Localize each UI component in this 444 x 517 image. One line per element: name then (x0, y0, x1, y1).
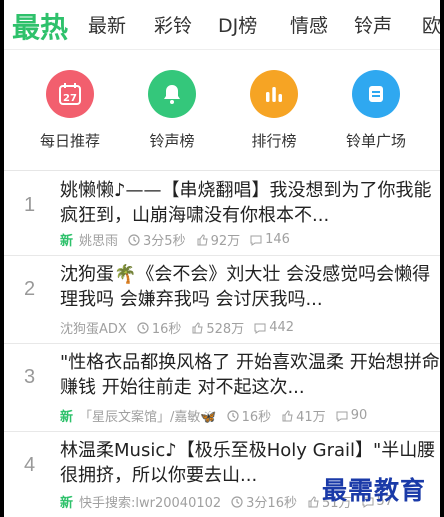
song-item[interactable]: 2 沈狗蛋🌴《会不会》刘大壮 会没感觉吗会懒得理我吗 会嫌弃我吗 会讨厌我吗..… (4, 256, 440, 344)
thumbs-up-icon (192, 321, 203, 333)
clock-icon (226, 409, 239, 422)
shortcut-label: 铃单广场 (345, 132, 406, 150)
likes[interactable]: 92万 (196, 230, 241, 249)
rank-number: 3 (24, 366, 36, 388)
watermark: 最需教育 (322, 476, 427, 505)
comment-icon (336, 411, 348, 422)
category-tabs: 最热 最新 彩铃 DJ榜 情感 铃声 欧 (4, 0, 440, 50)
song-meta: 沈狗蛋ADX 16秒 528万 442 (60, 318, 304, 337)
tab-dj-chart[interactable]: DJ榜 (218, 11, 257, 38)
shortcut-label: 铃声榜 (149, 132, 195, 150)
song-meta: 新 姚思雨 3分5秒 92万 146 (60, 230, 300, 249)
clock-icon (231, 495, 243, 508)
comments[interactable]: 442 (254, 320, 294, 335)
tab-emotion[interactable]: 情感 (290, 11, 328, 38)
duration-value: 16秒 (151, 322, 182, 337)
comment-icon (250, 235, 262, 246)
playlist-square-shortcut[interactable]: 铃单广场 (326, 70, 426, 151)
comments[interactable]: 90 (336, 408, 368, 423)
duration-value: 16秒 (241, 410, 272, 425)
duration-value: 3分16秒 (246, 496, 297, 511)
likes-value: 92万 (210, 234, 241, 249)
bar-chart-icon (250, 70, 298, 118)
tab-color-ring[interactable]: 彩铃 (154, 11, 192, 38)
new-badge: 新 (60, 410, 74, 425)
duration: 16秒 (137, 318, 182, 337)
tab-newest[interactable]: 最新 (88, 11, 126, 38)
likes[interactable]: 528万 (191, 318, 244, 337)
song-author[interactable]: 沈狗蛋ADX (60, 318, 127, 337)
duration: 3分16秒 (231, 492, 297, 511)
comments-value: 442 (269, 320, 295, 335)
daily-recommend-shortcut[interactable]: 27 每日推荐 (20, 70, 120, 151)
calendar-icon: 27 (46, 70, 94, 118)
list-icon (352, 70, 400, 118)
comments[interactable]: 146 (250, 232, 290, 247)
tab-hot[interactable]: 最热 (12, 6, 68, 46)
divider (4, 170, 440, 171)
shortcut-row: 27 每日推荐 铃声榜 排行榜 铃单广场 (4, 60, 440, 170)
rank-number: 2 (24, 278, 36, 300)
song-title: 姚懒懒♪——【串烧翻唱】我没想到为了你我能疯狂到，山崩海啸没有你根本不... (60, 180, 432, 226)
song-title: 沈狗蛋🌴《会不会》刘大壮 会没感觉吗会懒得理我吗 会嫌弃我吗 会讨厌我吗... (60, 264, 431, 310)
comments-value: 90 (350, 408, 368, 423)
new-badge: 新 (60, 234, 74, 249)
thumbs-up-icon (197, 233, 208, 245)
duration-value: 3分5秒 (143, 234, 186, 249)
song-item[interactable]: 1 姚懒懒♪——【串烧翻唱】我没想到为了你我能疯狂到，山崩海啸没有你根本不...… (4, 172, 440, 256)
bell-icon (148, 70, 196, 118)
song-author[interactable]: 姚思雨 (79, 230, 118, 249)
song-author[interactable]: 「星辰文案馆」/嘉敏🦋 (79, 406, 217, 425)
tab-ringtone[interactable]: 铃声 (354, 11, 392, 38)
tab-europe[interactable]: 欧 (422, 11, 440, 38)
duration: 16秒 (226, 406, 272, 425)
calendar-day: 27 (63, 93, 77, 104)
shortcut-label: 每日推荐 (39, 132, 100, 150)
new-badge: 新 (60, 496, 74, 511)
rank-number: 1 (24, 194, 36, 216)
shortcut-label: 排行榜 (251, 132, 297, 150)
duration: 3分5秒 (128, 230, 186, 249)
song-author[interactable]: 快手搜索:lwr20040102 (79, 492, 221, 511)
comment-icon (254, 323, 266, 334)
likes[interactable]: 41万 (281, 406, 326, 425)
clock-icon (137, 321, 149, 334)
rank-number: 4 (24, 454, 36, 476)
thumbs-up-icon (282, 409, 293, 421)
song-title: "性格衣品都换风格了 开始喜欢温柔 开始想拼命赚钱 开始往前走 对不起这次... (60, 352, 440, 398)
thumbs-up-icon (308, 495, 319, 507)
ringtone-chart-shortcut[interactable]: 铃声榜 (122, 70, 222, 151)
likes-value: 528万 (206, 322, 245, 337)
likes-value: 41万 (296, 410, 326, 425)
ranking-shortcut[interactable]: 排行榜 (224, 70, 324, 151)
song-meta: 新 「星辰文案馆」/嘉敏🦋 16秒 41万 90 (60, 406, 377, 425)
song-item[interactable]: 3 "性格衣品都换风格了 开始喜欢温柔 开始想拼命赚钱 开始往前走 对不起这次.… (4, 344, 440, 432)
comments-value: 146 (265, 232, 290, 247)
clock-icon (128, 233, 140, 246)
app-screen: 最热 最新 彩铃 DJ榜 情感 铃声 欧 27 每日推荐 铃声榜 排行榜 铃单广… (4, 0, 440, 517)
